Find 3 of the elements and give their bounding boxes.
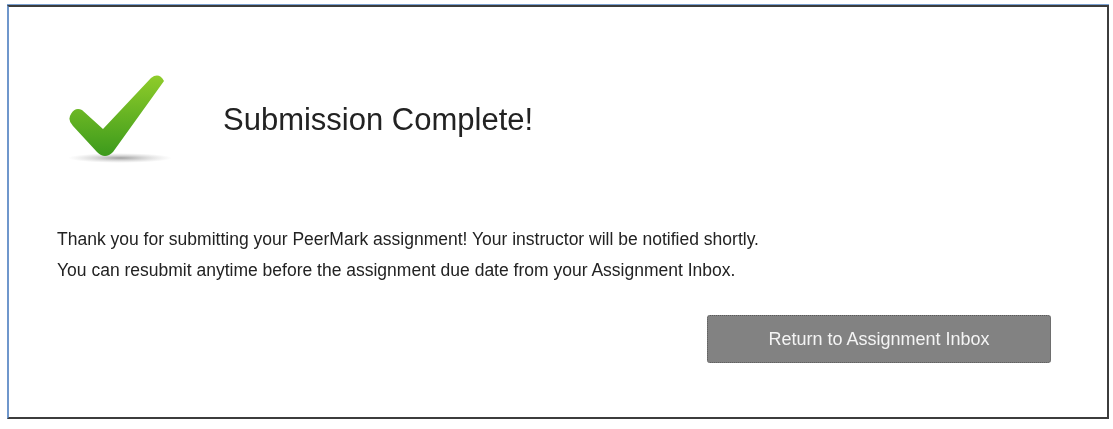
confirmation-message: Thank you for submitting your PeerMark assignment! Your instructor will be notified shortly. You can resubmit anytime before the assignment due date from your Assignment Inbox. xyxy=(57,228,760,282)
return-to-inbox-button[interactable]: Return to Assignment Inbox xyxy=(707,315,1051,363)
dialog-title: Submission Complete! xyxy=(223,102,534,138)
